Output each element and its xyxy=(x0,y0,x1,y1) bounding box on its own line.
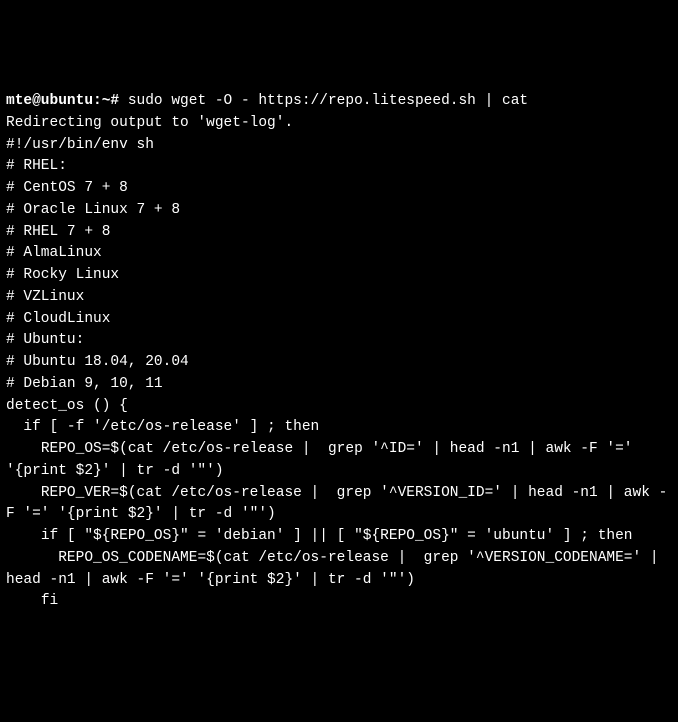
output-line: detect_os () { xyxy=(6,396,672,418)
output-line: # CloudLinux xyxy=(6,309,672,331)
output-line: # RHEL: xyxy=(6,156,672,178)
output-line: # Ubuntu 18.04, 20.04 xyxy=(6,352,672,374)
output-line: REPO_VER=$(cat /etc/os-release | grep '^… xyxy=(6,483,672,527)
output-line: # Debian 9, 10, 11 xyxy=(6,374,672,396)
output-line: fi xyxy=(6,591,672,613)
output-line: # Rocky Linux xyxy=(6,265,672,287)
output-line: if [ "${REPO_OS}" = 'debian' ] || [ "${R… xyxy=(6,526,672,548)
output-line: Redirecting output to 'wget-log'. xyxy=(6,113,672,135)
output-line: # Oracle Linux 7 + 8 xyxy=(6,200,672,222)
output-line: # Ubuntu: xyxy=(6,330,672,352)
output-line: # AlmaLinux xyxy=(6,243,672,265)
output-line: # CentOS 7 + 8 xyxy=(6,178,672,200)
output-line: REPO_OS=$(cat /etc/os-release | grep '^I… xyxy=(6,439,672,483)
output-line: #!/usr/bin/env sh xyxy=(6,135,672,157)
output-line: # VZLinux xyxy=(6,287,672,309)
output-line: # RHEL 7 + 8 xyxy=(6,222,672,244)
output-line: if [ -f '/etc/os-release' ] ; then xyxy=(6,417,672,439)
command-line: mte@ubuntu:~# sudo wget -O - https://rep… xyxy=(6,91,672,113)
output-line: REPO_OS_CODENAME=$(cat /etc/os-release |… xyxy=(6,548,672,592)
terminal-output[interactable]: mte@ubuntu:~# sudo wget -O - https://rep… xyxy=(6,91,672,613)
shell-prompt: mte@ubuntu:~# xyxy=(6,93,128,109)
command-text: sudo wget -O - https://repo.litespeed.sh… xyxy=(128,93,528,109)
